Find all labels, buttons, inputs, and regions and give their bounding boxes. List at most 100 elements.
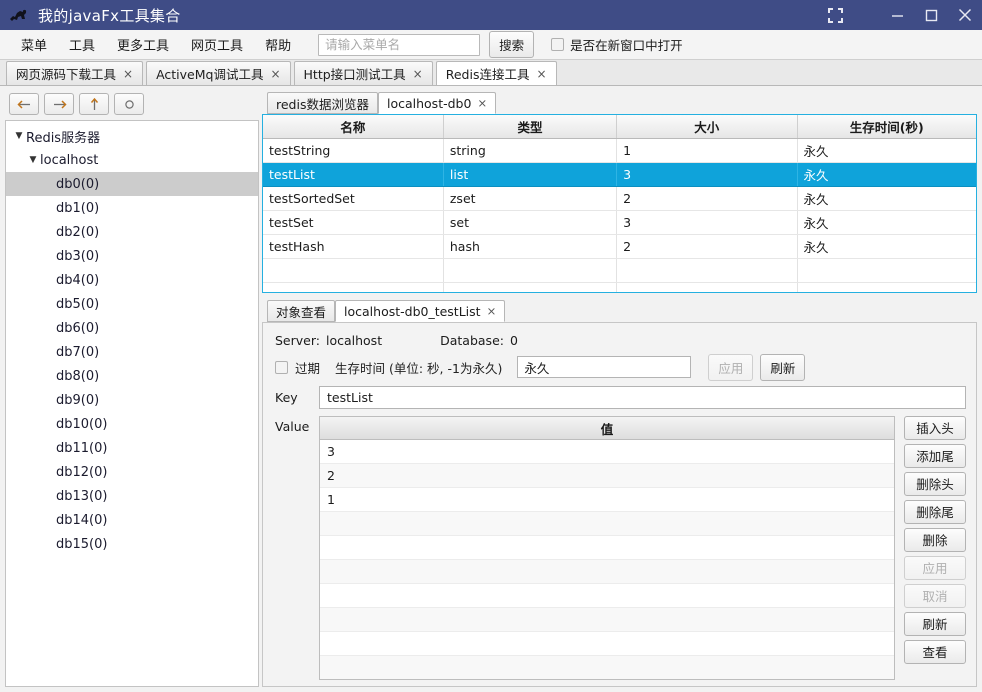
value-table-row[interactable] bbox=[320, 583, 894, 609]
tree-node-localhost[interactable]: ▼ localhost bbox=[6, 148, 258, 172]
value-button-删除尾[interactable]: 删除尾 bbox=[904, 499, 966, 524]
keys-table-row[interactable]: testSet set 3 永久 bbox=[263, 210, 976, 235]
tree-node-db0(0)[interactable]: db0(0) bbox=[6, 172, 258, 196]
keys-table-header-row: 名称 类型 大小 生存时间(秒) bbox=[263, 115, 976, 139]
ttl-apply-button[interactable]: 应用 bbox=[708, 353, 754, 381]
ttl-refresh-button[interactable]: 刷新 bbox=[760, 353, 806, 381]
keys-col-size[interactable]: 大小 bbox=[616, 115, 798, 139]
minimize-icon[interactable] bbox=[880, 0, 914, 30]
tree-node-db10(0)[interactable]: db10(0) bbox=[6, 412, 258, 436]
value-button-应用[interactable]: 应用 bbox=[904, 555, 966, 580]
value-row: Value 值 321 插入头 添加尾 删除头 删除尾 删除 应用 取消 刷新 查看 bbox=[275, 415, 966, 680]
tree-node-db5(0)[interactable]: db5(0) bbox=[6, 292, 258, 316]
menu-item-1[interactable]: 工具 bbox=[58, 31, 106, 58]
keys-table-row[interactable]: testString string 1 永久 bbox=[263, 138, 976, 163]
keys-col-name[interactable]: 名称 bbox=[263, 115, 444, 139]
menu-search-input[interactable] bbox=[318, 33, 481, 56]
close-icon[interactable] bbox=[948, 0, 982, 30]
tool-tab-0[interactable]: 网页源码下载工具 × bbox=[6, 61, 144, 85]
keys-table-row[interactable] bbox=[263, 258, 976, 283]
tree-node-label: localhost bbox=[40, 152, 99, 168]
menu-item-3[interactable]: 网页工具 bbox=[180, 31, 254, 58]
tree-node-db6(0)[interactable]: db6(0) bbox=[6, 316, 258, 340]
menu-item-2[interactable]: 更多工具 bbox=[106, 31, 180, 58]
value-button-删除[interactable]: 删除 bbox=[904, 527, 966, 552]
browser-tab-0[interactable]: redis数据浏览器 bbox=[267, 92, 378, 114]
tool-tab-0-close-icon[interactable]: × bbox=[123, 67, 133, 81]
tree-node-db12(0)[interactable]: db12(0) bbox=[6, 460, 258, 484]
back-button[interactable] bbox=[9, 93, 39, 115]
keys-cell-2: 2 bbox=[616, 234, 798, 259]
tree-node-db8(0)[interactable]: db8(0) bbox=[6, 364, 258, 388]
tool-tab-1-close-icon[interactable]: × bbox=[270, 67, 280, 81]
tree-node-db14(0)[interactable]: db14(0) bbox=[6, 508, 258, 532]
value-button-刷新[interactable]: 刷新 bbox=[904, 611, 966, 636]
browser-tab-bar: redis数据浏览器 localhost-db0 × bbox=[262, 90, 977, 114]
value-table-row[interactable] bbox=[320, 559, 894, 585]
tree-node-db15(0)[interactable]: db15(0) bbox=[6, 532, 258, 556]
tree-node-db3(0)[interactable]: db3(0) bbox=[6, 244, 258, 268]
detail-tab-0[interactable]: 对象查看 bbox=[267, 300, 336, 322]
value-button-插入头[interactable]: 插入头 bbox=[904, 415, 966, 440]
window-title: 我的javaFx工具集合 bbox=[38, 6, 181, 25]
value-cell: 2 bbox=[320, 463, 894, 489]
menu-item-4[interactable]: 帮助 bbox=[254, 31, 302, 58]
tree-node-db2(0)[interactable]: db2(0) bbox=[6, 220, 258, 244]
browser-tab-1[interactable]: localhost-db0 × bbox=[377, 92, 497, 114]
tree-node-label: db12(0) bbox=[56, 464, 108, 480]
value-table-row[interactable] bbox=[320, 535, 894, 561]
detail-tab-1-close-icon[interactable]: × bbox=[487, 304, 497, 318]
value-button-查看[interactable]: 查看 bbox=[904, 639, 966, 664]
tree-expand-arrow-icon[interactable]: ▼ bbox=[26, 155, 40, 165]
expire-checkbox[interactable] bbox=[275, 360, 288, 374]
keys-col-ttl[interactable]: 生存时间(秒) bbox=[797, 115, 976, 139]
tree-node-Redis服务器[interactable]: ▼ Redis服务器 bbox=[6, 124, 258, 148]
tool-tab-3[interactable]: Redis连接工具 × bbox=[435, 61, 557, 85]
value-button-删除头[interactable]: 删除头 bbox=[904, 471, 966, 496]
ttl-label: 生存时间 (单位: 秒, -1为永久) bbox=[335, 360, 503, 376]
tree-node-db9(0)[interactable]: db9(0) bbox=[6, 388, 258, 412]
fullscreen-icon[interactable] bbox=[818, 0, 852, 30]
tree-node-db1(0)[interactable]: db1(0) bbox=[6, 196, 258, 220]
value-table-row[interactable] bbox=[320, 511, 894, 537]
keys-col-type[interactable]: 类型 bbox=[443, 115, 618, 139]
tree-node-db4(0)[interactable]: db4(0) bbox=[6, 268, 258, 292]
keys-table-row[interactable]: testList list 3 永久 bbox=[263, 162, 976, 187]
key-input[interactable] bbox=[319, 385, 966, 409]
tool-tab-1[interactable]: ActiveMq调试工具 × bbox=[146, 61, 291, 85]
value-button-取消[interactable]: 取消 bbox=[904, 583, 966, 608]
forward-button[interactable] bbox=[44, 93, 74, 115]
value-button-添加尾[interactable]: 添加尾 bbox=[904, 443, 966, 468]
ttl-input[interactable] bbox=[517, 356, 692, 379]
tree-expand-arrow-icon[interactable]: ▼ bbox=[12, 131, 26, 141]
tree-node-db11(0)[interactable]: db11(0) bbox=[6, 436, 258, 460]
tool-tab-2-close-icon[interactable]: × bbox=[413, 67, 423, 81]
keys-table-body: testString string 1 永久 testList list 3 永久 testSo… bbox=[263, 138, 976, 292]
detail-tab-1[interactable]: localhost-db0_testList × bbox=[335, 300, 506, 322]
keys-cell-1: zset bbox=[443, 186, 618, 211]
tree-node-db13(0)[interactable]: db13(0) bbox=[6, 484, 258, 508]
value-table-row[interactable] bbox=[320, 631, 894, 657]
value-table-row[interactable]: 1 bbox=[320, 487, 894, 513]
up-button[interactable] bbox=[79, 93, 109, 115]
menu-item-0[interactable]: 菜单 bbox=[10, 31, 58, 58]
menu-search-button[interactable]: 搜索 bbox=[489, 31, 535, 58]
value-table-row[interactable] bbox=[320, 655, 894, 679]
value-col-header[interactable]: 值 bbox=[320, 416, 894, 441]
browser-tab-1-close-icon[interactable]: × bbox=[477, 96, 487, 110]
maximize-icon[interactable] bbox=[914, 0, 948, 30]
keys-cell-0: testHash bbox=[263, 234, 444, 259]
tree-node-db7(0)[interactable]: db7(0) bbox=[6, 340, 258, 364]
keys-table-row[interactable]: testSortedSet zset 2 永久 bbox=[263, 186, 976, 211]
keys-table-row[interactable] bbox=[263, 282, 976, 292]
tool-tab-3-close-icon[interactable]: × bbox=[536, 67, 546, 81]
refresh-button[interactable] bbox=[114, 93, 144, 115]
value-table-row[interactable]: 2 bbox=[320, 463, 894, 489]
new-window-checkbox-group[interactable]: 是否在新窗口中打开 bbox=[551, 35, 683, 54]
redis-server-tree[interactable]: ▼ Redis服务器 ▼ localhost db0(0) db1(0) db2(0) db3… bbox=[5, 120, 259, 687]
new-window-checkbox[interactable] bbox=[551, 38, 565, 51]
keys-table-row[interactable]: testHash hash 2 永久 bbox=[263, 234, 976, 259]
value-table-row[interactable] bbox=[320, 607, 894, 633]
value-table-row[interactable]: 3 bbox=[320, 439, 894, 465]
tool-tab-2[interactable]: Http接口测试工具 × bbox=[293, 61, 433, 85]
